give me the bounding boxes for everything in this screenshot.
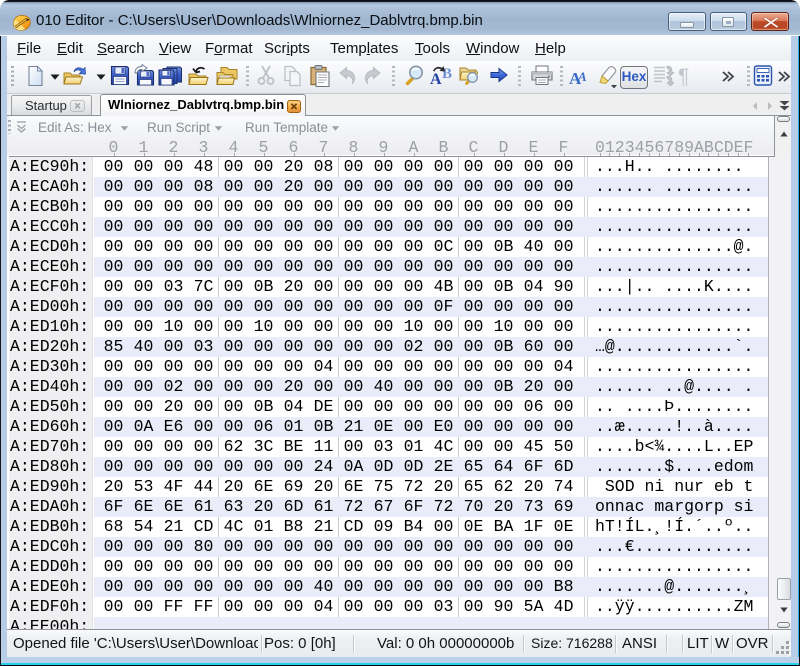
svg-text:A: A: [430, 71, 442, 87]
svg-text:A: A: [577, 69, 587, 84]
